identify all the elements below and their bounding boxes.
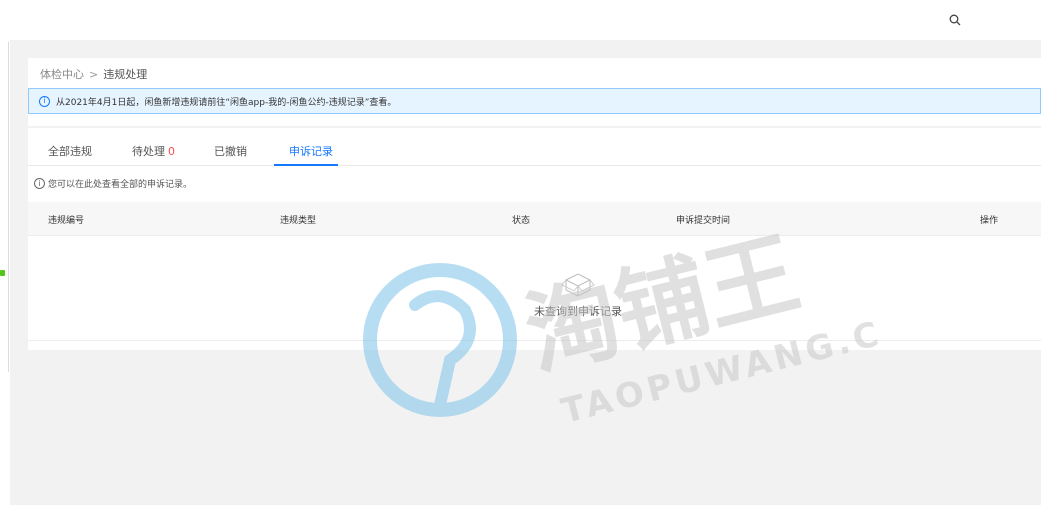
search-input[interactable] (965, 10, 1035, 30)
empty-box-icon (561, 273, 595, 297)
status-dot-icon (0, 270, 5, 276)
hint-text: i 您可以在此处查看全部的申诉记录。 (34, 177, 192, 190)
tab-revoked[interactable]: 已撤销 (214, 143, 247, 159)
left-sidebar-edge (0, 40, 10, 505)
tab-bar: 全部违规 待处理 0 已撤销 申诉记录 (28, 128, 1041, 166)
tab-label: 申诉记录 (289, 145, 333, 158)
tab-label: 已撤销 (214, 145, 247, 158)
tab-all-violations[interactable]: 全部违规 (48, 143, 92, 159)
tab-label: 全部违规 (48, 145, 92, 158)
breadcrumb: 体检中心 > 违规处理 (40, 66, 147, 82)
records-card: 全部违规 待处理 0 已撤销 申诉记录 i 您可以在此处查看全部的申诉记录。 违规… (28, 128, 1041, 350)
column-header-actions: 操作 (980, 216, 999, 226)
notice-banner: i 从2021年4月1日起，闲鱼新增违规请前往“闲鱼app-我的-闲鱼公约-违规… (28, 88, 1041, 114)
column-header-submit-time: 申诉提交时间 (676, 216, 731, 226)
search-box[interactable] (941, 6, 1041, 34)
top-bar (0, 0, 1041, 40)
active-tab-indicator (274, 164, 338, 166)
tab-appeal-records[interactable]: 申诉记录 (289, 143, 333, 159)
notice-text: 从2021年4月1日起，闲鱼新增违规请前往“闲鱼app-我的-闲鱼公约-违规记录… (56, 97, 397, 108)
table-header: 违规编号 违规类型 状态 申诉提交时间 操作 (28, 202, 1041, 236)
empty-state: 未查询到申诉记录 (518, 268, 638, 319)
column-header-violation-id: 违规编号 (48, 216, 85, 226)
column-header-status: 状态 (512, 216, 531, 226)
tab-pending[interactable]: 待处理 0 (132, 143, 175, 159)
info-icon: i (34, 178, 45, 189)
table-divider (28, 340, 1041, 341)
breadcrumb-root[interactable]: 体检中心 (40, 66, 84, 82)
breadcrumb-current: 违规处理 (103, 68, 148, 81)
header-card: 体检中心 > 违规处理 i 从2021年4月1日起，闲鱼新增违规请前往“闲鱼ap… (28, 58, 1041, 126)
column-header-violation-type: 违规类型 (280, 216, 317, 226)
search-icon[interactable] (949, 14, 961, 26)
sidebar-divider (8, 42, 9, 372)
breadcrumb-separator: > (89, 67, 99, 81)
hint-label: 您可以在此处查看全部的申诉记录。 (48, 180, 193, 190)
pending-count-badge: 0 (168, 145, 175, 158)
info-icon: i (39, 95, 50, 107)
main-content: 体检中心 > 违规处理 i 从2021年4月1日起，闲鱼新增违规请前往“闲鱼ap… (10, 40, 1041, 505)
tab-label: 待处理 (132, 145, 165, 158)
empty-state-text: 未查询到申诉记录 (534, 305, 622, 318)
